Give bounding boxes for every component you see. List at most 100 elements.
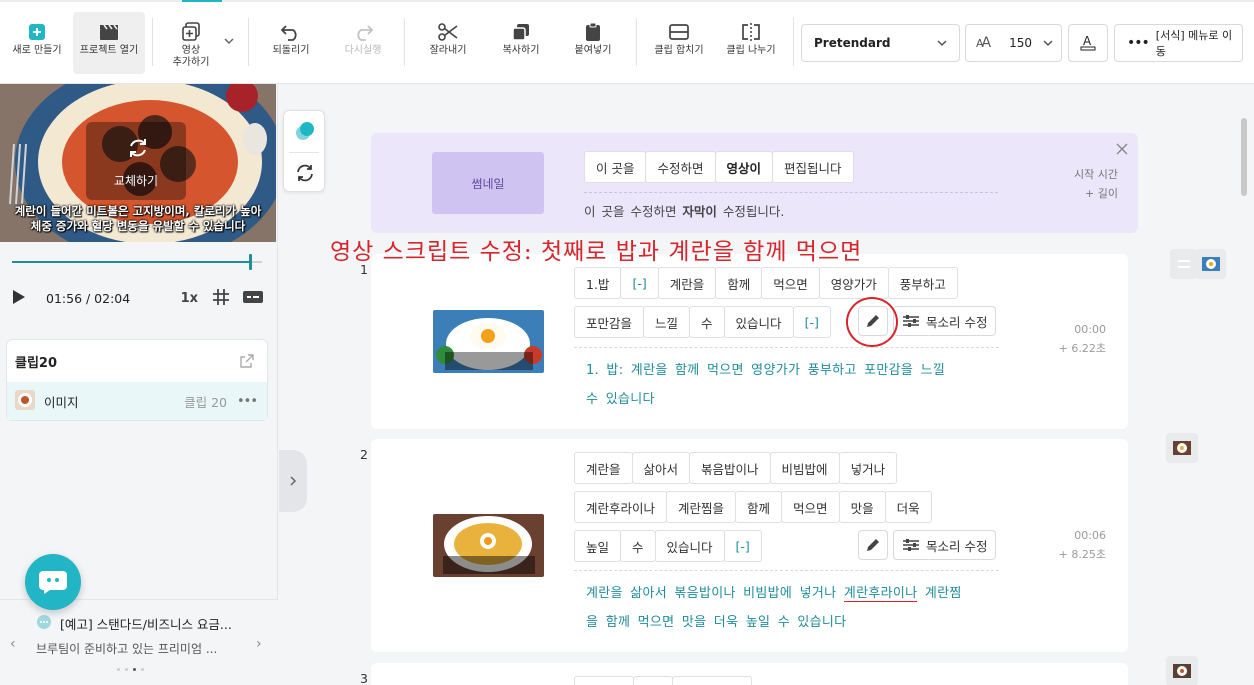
scene-thumbnail[interactable] — [433, 310, 544, 373]
hint-caption-prefix: 이 곳을 수정하면 — [584, 204, 683, 219]
word-chip[interactable]: 먹으면 — [761, 267, 820, 299]
word-chip[interactable]: 계란후라이나 — [574, 491, 668, 523]
page-dot[interactable] — [141, 668, 144, 671]
divider — [574, 347, 999, 348]
word-chip[interactable]: 계란을 — [574, 452, 633, 484]
scene-side-chip[interactable] — [1166, 656, 1198, 685]
external-link-icon[interactable] — [239, 353, 255, 372]
start-time: 00:06 — [1074, 529, 1106, 542]
scene-thumbnail[interactable] — [433, 514, 544, 577]
pause-chip[interactable]: [-] — [620, 267, 659, 299]
chat-bubble-icon — [36, 614, 52, 633]
more-dots-icon[interactable]: ••• — [237, 394, 258, 409]
word-chip[interactable]: 함께 — [715, 267, 763, 299]
scene-card: 1.밥 [-] 계란을 함께 먹으면 영양가가 풍부하고 포만감을 느낄 수 있… — [371, 254, 1128, 429]
close-icon[interactable] — [1116, 143, 1128, 158]
replace-label[interactable]: 교체하기 — [86, 172, 186, 189]
collapse-panel-button[interactable] — [279, 450, 307, 512]
word-chip[interactable]: 있습니다 — [654, 530, 725, 562]
edit-voice-button[interactable]: 목소리 수정 — [893, 530, 997, 560]
text-color-icon: A — [1079, 32, 1097, 55]
chat-support-button[interactable] — [25, 554, 81, 610]
edit-voice-button[interactable]: 목소리 수정 — [893, 306, 997, 336]
scissors-icon — [437, 22, 459, 42]
word-chip[interactable]: 높일 — [574, 530, 622, 562]
word-row: 높일 수 있습니다 [-] — [574, 530, 762, 562]
subtitle-toggle-icon[interactable] — [242, 289, 264, 308]
format-menu-button[interactable]: ••• [서식] 메뉴로 이동 — [1114, 24, 1243, 62]
paste-button[interactable]: 붙여넣기 — [564, 12, 622, 74]
add-video-dropdown-icon[interactable] — [222, 34, 238, 50]
clip-card: 클립20 이미지 클립 20 ••• — [6, 339, 268, 421]
word-chip[interactable] — [633, 676, 673, 685]
cut-button[interactable]: 잘라내기 — [419, 12, 477, 74]
new-project-button[interactable]: 새로 만들기 — [6, 12, 68, 74]
word-chip[interactable]: 먹으면 — [781, 491, 840, 523]
word-chip[interactable] — [672, 676, 752, 685]
pause-chip[interactable]: [-] — [723, 530, 762, 562]
split-icon — [740, 22, 762, 42]
word-chip[interactable]: 맛을 — [838, 491, 886, 523]
clip-title: 클립20 — [15, 356, 58, 371]
font-size-select[interactable]: AA 150 — [965, 24, 1062, 62]
caption-editor[interactable]: 계란을 삶아서 볶음밥이나 비빔밥에 넣거나 계란후라이나 계란찜 을 함께 먹… — [586, 579, 986, 637]
undo-button[interactable]: 되돌리기 — [262, 12, 320, 74]
word-chip[interactable]: 삶아서 — [631, 452, 691, 484]
scrollbar[interactable] — [1238, 84, 1254, 685]
speed-button[interactable]: 1x — [181, 291, 198, 306]
merge-clip-button[interactable]: 클립 합치기 — [648, 12, 710, 74]
word-chip[interactable]: 있습니다 — [723, 306, 794, 338]
list-icon — [1178, 260, 1190, 268]
word-chip[interactable]: 계란을 — [657, 267, 717, 299]
scene-timing: 00:06 + 8.25초 — [1026, 526, 1106, 564]
playback-progress-bar[interactable] — [12, 254, 262, 270]
chevron-down-icon — [1041, 36, 1055, 53]
paste-label: 붙여넣기 — [574, 45, 612, 56]
word-chip[interactable]: 계란찜을 — [666, 491, 737, 523]
font-family-select[interactable]: Pretendard — [801, 24, 960, 62]
scene-side-chip[interactable] — [1166, 433, 1198, 463]
word-chip[interactable]: 풍부하고 — [887, 267, 958, 299]
word-chip[interactable]: 비빔밥에 — [769, 452, 840, 484]
clip-item[interactable]: 이미지 클립 20 ••• — [7, 382, 267, 420]
word-chip[interactable]: 볶음밥이나 — [689, 452, 771, 484]
word-chip[interactable]: 포만감을 — [574, 306, 645, 338]
caption-editor[interactable]: 1. 밥: 계란을 함께 먹으면 영양가가 풍부하고 포만감을 느낄 수 있습니… — [586, 356, 986, 414]
scene-side-chip[interactable] — [1196, 249, 1226, 279]
scene-side-chip[interactable] — [1170, 249, 1198, 279]
word-chip[interactable] — [574, 676, 634, 685]
redo-button[interactable]: 다시실행 — [334, 12, 392, 74]
chevron-right-icon[interactable]: › — [256, 636, 262, 652]
caption-text: 계란찜 — [917, 586, 962, 601]
chevron-left-icon[interactable]: ‹ — [10, 636, 16, 652]
video-preview[interactable]: 교체하기 계란이 들어간 미트볼은 고지방이며, 칼로리가 높아 체중 증가와 … — [0, 84, 276, 242]
open-project-button[interactable]: 프로젝트 열기 — [73, 12, 145, 74]
progress-knob[interactable] — [248, 254, 252, 270]
word-row — [574, 676, 752, 685]
image-thumbnail-icon — [1202, 257, 1220, 271]
notice-title-row[interactable]: [예고] 스탠다드/비즈니스 요금... — [36, 614, 232, 633]
word-chip[interactable]: 느낄 — [643, 306, 691, 338]
split-clip-label: 클립 나누기 — [726, 45, 776, 56]
egg-bowl-image — [433, 310, 544, 373]
add-video-button[interactable]: 영상 추가하기 — [162, 12, 220, 74]
pause-chip[interactable]: [-] — [792, 306, 831, 338]
word-chip[interactable]: 1.밥 — [574, 267, 622, 299]
split-clip-button[interactable]: 클립 나누기 — [720, 12, 782, 74]
word-chip[interactable]: 영양가가 — [818, 267, 889, 299]
word-chip[interactable]: 넣거나 — [838, 452, 898, 484]
word-chip[interactable]: 함께 — [735, 491, 783, 523]
page-dot-active[interactable] — [133, 668, 136, 671]
page-dot[interactable] — [125, 668, 128, 671]
word-chip[interactable]: 수 — [620, 530, 656, 562]
grid-icon[interactable] — [212, 288, 230, 309]
image-thumbnail-icon — [1173, 664, 1191, 678]
play-icon[interactable] — [12, 289, 26, 308]
text-color-button[interactable]: A — [1068, 24, 1108, 62]
word-chip[interactable]: 수 — [689, 306, 725, 338]
word-chip[interactable]: 더욱 — [884, 491, 932, 523]
page-dot[interactable] — [117, 668, 120, 671]
copy-button[interactable]: 복사하기 — [492, 12, 550, 74]
scrollbar-thumb[interactable] — [1241, 118, 1247, 196]
edit-script-button[interactable] — [858, 530, 888, 560]
